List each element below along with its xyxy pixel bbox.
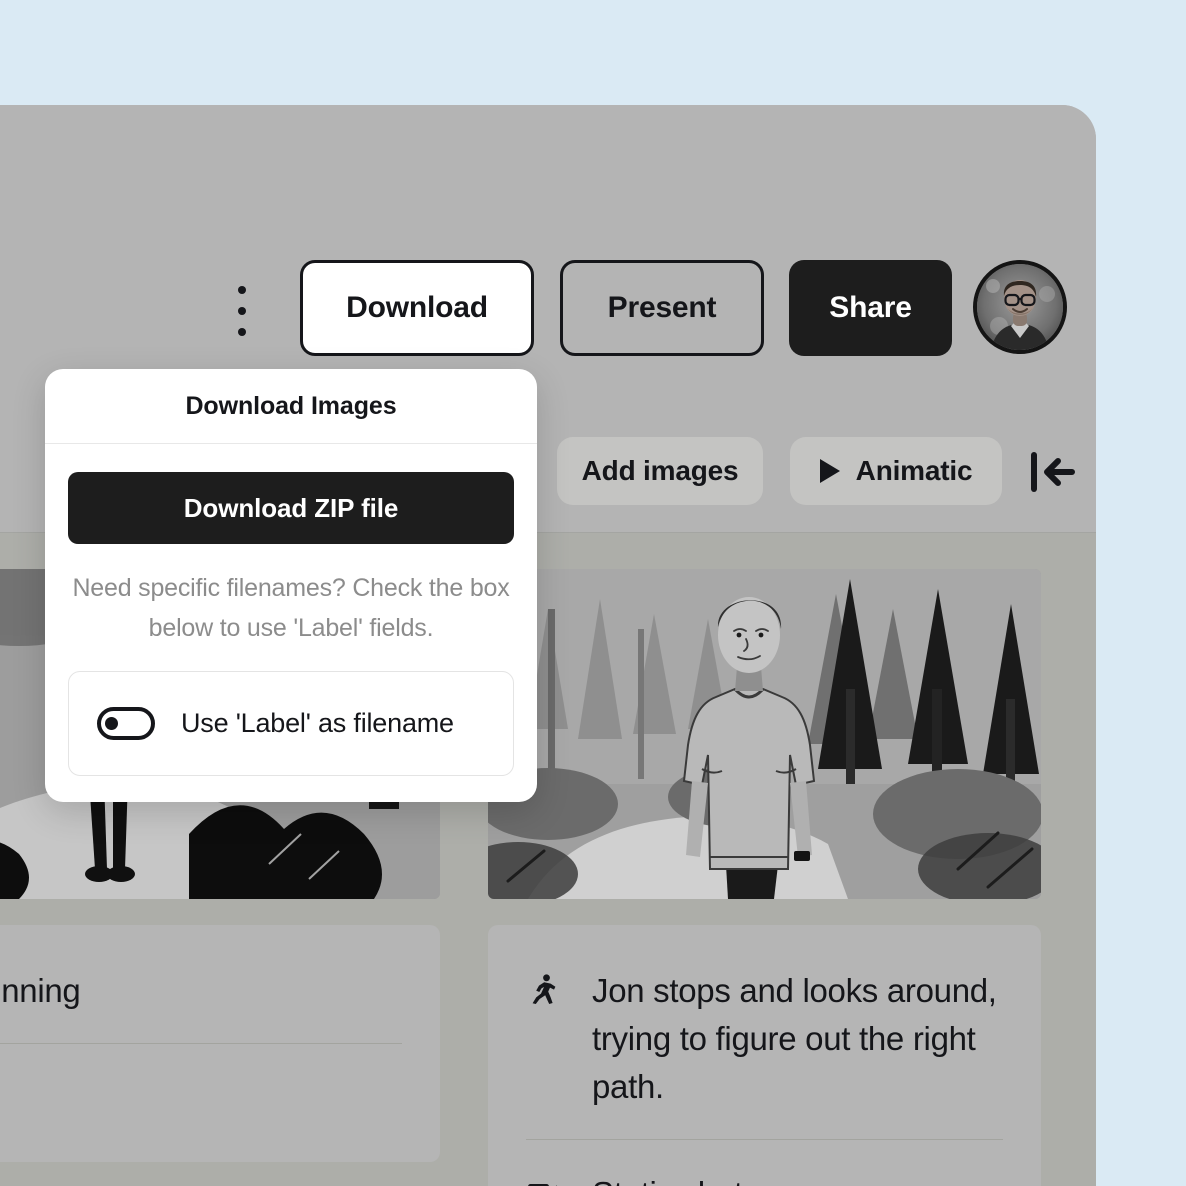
- running-person-icon: [526, 967, 560, 1007]
- storyboard-column: Jon stops and looks around, trying to fi…: [488, 569, 1041, 1186]
- collapse-panel-left-icon[interactable]: [1026, 445, 1078, 499]
- dialog-title: Download Images: [45, 369, 537, 444]
- use-label-as-filename-label: Use 'Label' as filename: [181, 708, 454, 738]
- download-button[interactable]: Download: [300, 260, 534, 356]
- app-window: Download Present Share Add images Animat…: [0, 105, 1096, 1186]
- kebab-dot: [238, 286, 246, 294]
- download-zip-button[interactable]: Download ZIP file: [68, 472, 514, 544]
- video-camera-icon: [526, 1170, 560, 1186]
- dialog-hint-text: Need specific filenames? Check the box b…: [72, 574, 510, 642]
- download-images-dialog: Download Images Download ZIP file Need s…: [45, 369, 537, 802]
- use-label-as-filename-toggle[interactable]: [97, 707, 155, 740]
- storyboard-thumbnail[interactable]: [488, 569, 1041, 899]
- storyboard-card: Jon stops and looks around, trying to fi…: [488, 925, 1041, 1186]
- add-images-label: Add images: [581, 455, 739, 486]
- card-row[interactable]: Jon stops and looks around, trying to fi…: [526, 959, 1003, 1139]
- kebab-dot: [238, 328, 246, 336]
- card-row-text: Jon stops and looks around, trying to fi…: [592, 972, 997, 1105]
- kebab-menu-icon[interactable]: [232, 286, 252, 336]
- card-row-text: Jon begins running: [0, 972, 81, 1009]
- add-images-button[interactable]: Add images: [557, 437, 763, 505]
- kebab-dot: [238, 307, 246, 315]
- dialog-body: Download ZIP file Need specific filename…: [45, 444, 537, 776]
- storyboard-card: Jon begins running Zoom in: [0, 925, 440, 1162]
- avatar[interactable]: [973, 260, 1067, 354]
- card-row[interactable]: Jon begins running: [0, 959, 402, 1043]
- card-row-text: Static shot: [592, 1170, 743, 1186]
- card-row[interactable]: Static shot: [526, 1139, 1003, 1186]
- card-row[interactable]: Zoom in: [0, 1043, 402, 1132]
- share-button[interactable]: Share: [789, 260, 952, 356]
- top-toolbar: [0, 105, 1096, 258]
- use-label-as-filename-row[interactable]: Use 'Label' as filename: [68, 671, 514, 776]
- present-button[interactable]: Present: [560, 260, 764, 356]
- toggle-knob: [105, 717, 118, 730]
- animatic-label: Animatic: [855, 455, 973, 486]
- animatic-button[interactable]: Animatic: [790, 437, 1002, 505]
- play-icon: [819, 459, 840, 483]
